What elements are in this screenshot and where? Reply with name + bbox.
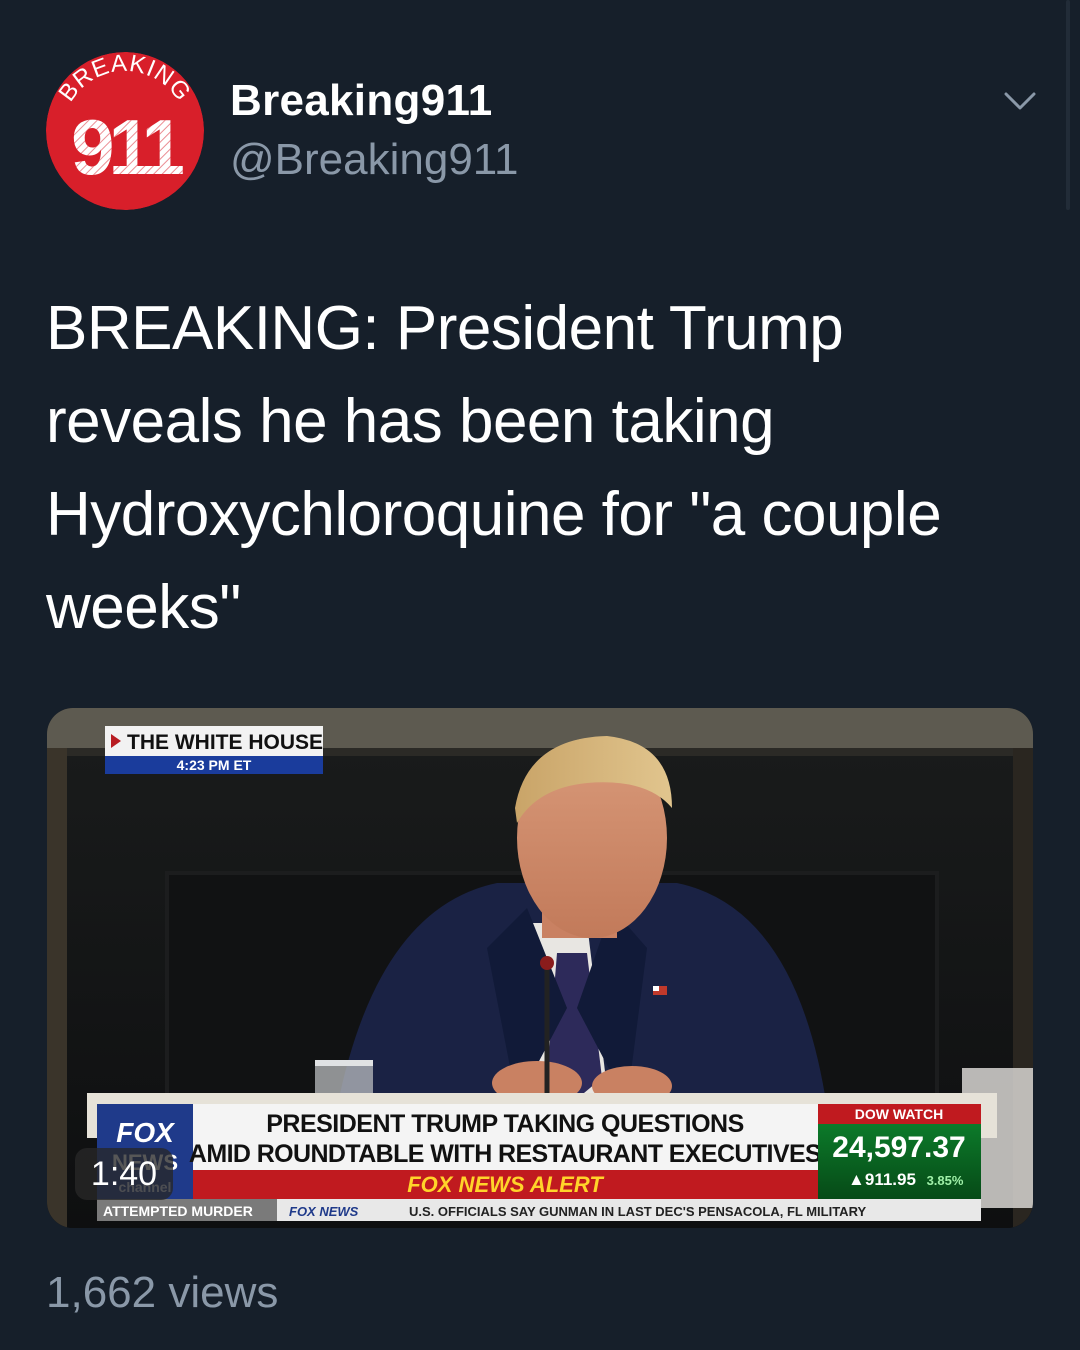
headline-line2: AMID ROUNDTABLE WITH RESTAURANT EXECUTIV… (189, 1140, 821, 1168)
location-bug-time: 4:23 PM ET (177, 757, 252, 773)
video-duration-badge: 1:40 (75, 1148, 173, 1200)
ticker-change-pct: 3.85% (927, 1173, 964, 1188)
avatar[interactable]: BREAKING 911 911 (46, 52, 204, 210)
avatar-number-hatch: 911 (71, 103, 183, 191)
tweet-text: BREAKING: President Trump reveals he has… (46, 294, 942, 642)
svg-text:FOX: FOX (116, 1117, 176, 1148)
crawl-logo: FOX NEWS (289, 1204, 359, 1219)
ticker-label: DOW WATCH (855, 1106, 943, 1122)
display-name[interactable]: Breaking911 (230, 76, 493, 126)
video-frame: THE WHITE HOUSE 4:23 PM ET FOX NEWS chan… (47, 708, 1033, 1228)
location-bug: THE WHITE HOUSE 4:23 PM ET (105, 726, 323, 774)
ticker-value: 24,597.37 (832, 1131, 965, 1164)
location-bug-title: THE WHITE HOUSE (127, 731, 323, 754)
video-player[interactable]: THE WHITE HOUSE 4:23 PM ET FOX NEWS chan… (47, 708, 1033, 1228)
headline-line1: PRESIDENT TRUMP TAKING QUESTIONS (266, 1110, 744, 1138)
crawl-label: ATTEMPTED MURDER (103, 1203, 253, 1219)
ticker-change: ▲911.95 (848, 1170, 916, 1189)
user-handle[interactable]: @Breaking911 (230, 135, 518, 185)
scrollbar[interactable] (1066, 0, 1070, 210)
chevron-down-icon[interactable] (1000, 82, 1040, 122)
tweet-screen: BREAKING 911 911 Breaking911 @Breaking91… (0, 0, 1080, 1350)
alert-label: FOX NEWS ALERT (407, 1172, 604, 1197)
view-count: 1,662 views (46, 1268, 279, 1317)
lower-third: FOX NEWS channel PRESIDENT TRUMP TAKING … (97, 1104, 981, 1221)
breaking911-logo-icon: BREAKING 911 911 (46, 52, 204, 210)
crawl-text: U.S. OFFICIALS SAY GUNMAN IN LAST DEC'S … (409, 1204, 866, 1219)
